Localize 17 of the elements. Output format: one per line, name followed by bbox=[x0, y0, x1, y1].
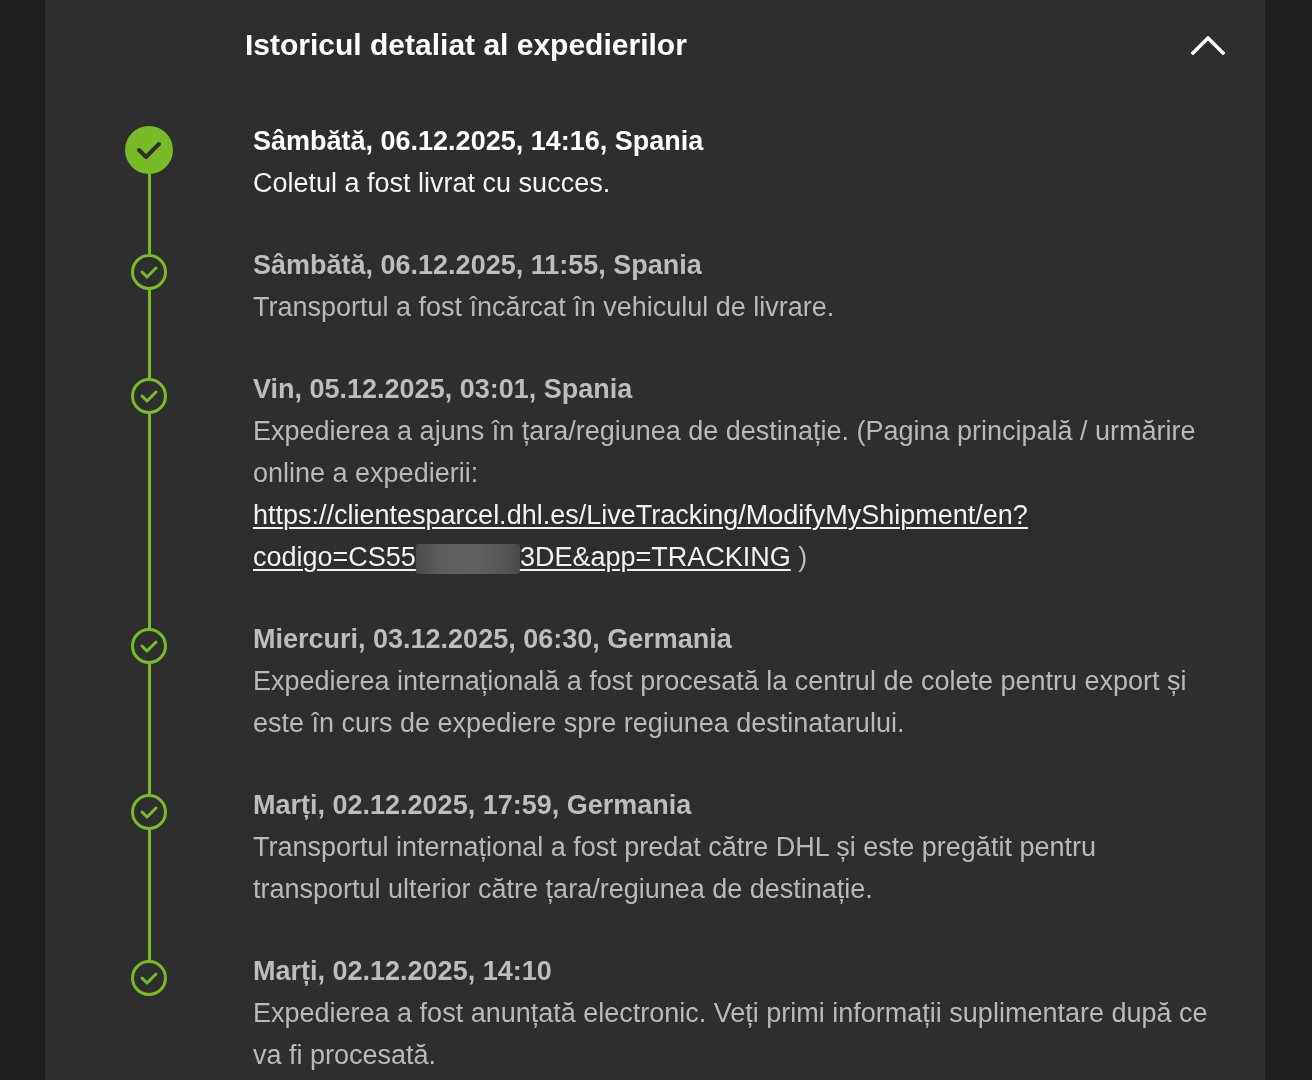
event-description: Expedierea internațională a fost procesată la centrul de colete pentru export și este în curs de expediere spre regiunea destinatarului. bbox=[253, 665, 1188, 740]
event-description: Expedierea a fost anunțată electronic. Veți primi informații suplimentare după ce va fi procesată. bbox=[253, 997, 1209, 1072]
event-description: Expedierea a ajuns în țara/regiunea de destinație. (Pagina principală / urmărire online a expedierii: https://clientesparcel.dhl.es/LiveTracking/ModifyMyShipment/en? codigo=CS55 3DE&app=TRACKING ) bbox=[253, 415, 1197, 576]
event-heading: Sâmbătă, 06.12.2025, 11:55, Spania bbox=[253, 250, 703, 280]
tracking-link[interactable]: https://clientesparcel.dhl.es/LiveTracking/ModifyMyShipment/en? bbox=[253, 500, 1028, 530]
chevron-up-icon bbox=[1191, 35, 1225, 55]
event-heading: Vin, 05.12.2025, 03:01, Spania bbox=[253, 374, 634, 404]
event-description: Transportul internațional a fost predat către DHL și este pregătit pentru transportul ulterior către țara/regiunea de destinație. bbox=[253, 831, 1097, 906]
section-title: Istoricul detaliat al expedierilor bbox=[245, 28, 687, 62]
event-description: Coletul a fost livrat cu succes. bbox=[253, 167, 612, 200]
event-heading: Miercuri, 03.12.2025, 06:30, Germania bbox=[253, 624, 733, 654]
event-heading: Sâmbătă, 06.12.2025, 14:16, Spania bbox=[253, 126, 705, 156]
event-heading: Marți, 02.12.2025, 17:59, Germania bbox=[253, 790, 693, 820]
collapse-button[interactable] bbox=[1191, 35, 1225, 55]
event-description: Transportul a fost încărcat în vehiculul de livrare. bbox=[253, 291, 836, 324]
event-heading: Marți, 02.12.2025, 14:10 bbox=[253, 956, 553, 986]
tracking-link[interactable]: codigo=CS55 3DE&app=TRACKING bbox=[253, 542, 791, 572]
